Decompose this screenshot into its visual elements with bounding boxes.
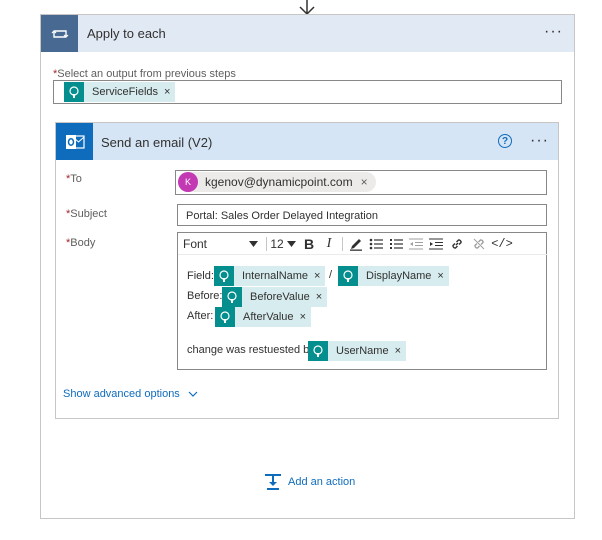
help-icon[interactable]: ? [498, 134, 512, 148]
sharepoint-icon [222, 287, 242, 307]
subject-value: Portal: Sales Order Delayed Integration [186, 210, 378, 222]
loop-icon [41, 15, 78, 52]
token-display-name[interactable]: DisplayName × [338, 266, 449, 286]
add-action-icon [265, 474, 281, 490]
font-size-select[interactable]: 12 [267, 234, 299, 254]
token-internal-name[interactable]: InternalName × [214, 266, 326, 286]
apply-to-each-title: Apply to each [87, 26, 166, 41]
decrease-indent-icon[interactable] [406, 234, 426, 254]
send-email-more-button[interactable]: ··· [530, 133, 549, 149]
separator-text: / [329, 269, 333, 281]
chevron-down-icon [188, 391, 198, 397]
sharepoint-icon [338, 266, 358, 286]
bullet-list-icon[interactable] [366, 234, 386, 254]
increase-indent-icon[interactable] [426, 234, 446, 254]
dropdown-icon [249, 240, 258, 247]
add-action-button[interactable]: Add an action [264, 473, 355, 491]
token-service-fields[interactable]: ServiceFields × [64, 82, 176, 102]
remove-recipient-button[interactable]: × [361, 175, 376, 189]
recipient-email: kgenov@dynamicpoint.com [205, 175, 353, 189]
numbered-list-icon[interactable] [386, 234, 406, 254]
pen-icon[interactable] [346, 234, 366, 254]
body-label: *Body [66, 237, 96, 249]
sharepoint-icon [214, 266, 234, 286]
bold-button[interactable]: B [299, 234, 319, 254]
dropdown-icon [286, 240, 296, 247]
token-before-value[interactable]: BeforeValue × [222, 287, 328, 307]
link-icon[interactable] [446, 234, 468, 254]
remove-token-button[interactable]: × [300, 311, 311, 323]
after-label: After: [187, 310, 214, 322]
token-user-name[interactable]: UserName × [308, 341, 407, 361]
body-toolbar: Font 12 B I </> [178, 233, 547, 255]
remove-token-button[interactable]: × [316, 291, 327, 303]
sharepoint-icon [308, 341, 328, 361]
send-email-title: Send an email (V2) [101, 135, 213, 150]
code-view-button[interactable]: </> [490, 234, 514, 254]
remove-token-button[interactable]: × [437, 270, 448, 282]
changed-by-label: change was restuested by: [187, 344, 318, 356]
outlook-icon [56, 123, 93, 160]
token-after-value[interactable]: AfterValue × [215, 307, 311, 327]
toolbar-divider [342, 236, 343, 251]
token-label: ServiceFields [92, 86, 159, 98]
field-label: Field: [187, 270, 214, 282]
subject-label: *Subject [66, 208, 107, 220]
remove-token-button[interactable]: × [314, 270, 325, 282]
apply-to-each-more-button[interactable]: ··· [544, 24, 563, 40]
to-label: *To [66, 173, 82, 185]
italic-button[interactable]: I [319, 234, 339, 254]
show-advanced-options-link[interactable]: Show advanced options [63, 388, 198, 400]
sharepoint-icon [64, 82, 84, 102]
unlink-icon[interactable] [468, 234, 490, 254]
before-label: Before: [187, 290, 223, 302]
remove-token-button[interactable]: × [164, 86, 175, 98]
remove-token-button[interactable]: × [395, 345, 406, 357]
font-select[interactable]: Font [178, 234, 266, 254]
recipient-chip[interactable]: K kgenov@dynamicpoint.com × [178, 172, 376, 192]
select-output-label: *Select an output from previous steps [53, 68, 236, 80]
avatar: K [178, 172, 198, 192]
sharepoint-icon [215, 307, 235, 327]
